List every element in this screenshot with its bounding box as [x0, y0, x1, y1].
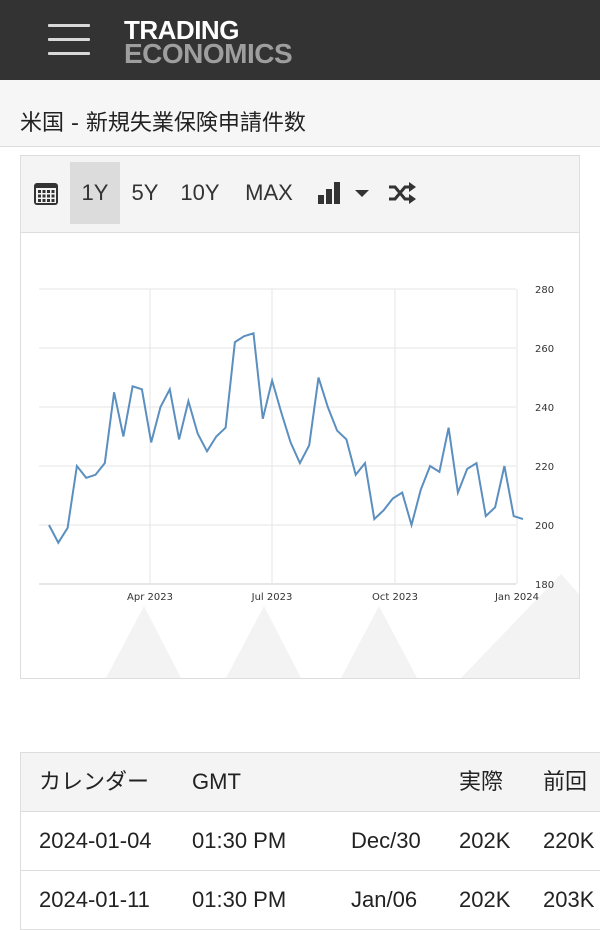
trading-economics-logo[interactable]: TRADING ECONOMICS [124, 17, 293, 69]
calendar-table: カレンダー GMT 実際 前回 2024-01-04 01:30 PM Dec/… [20, 752, 600, 930]
y-tick-label: 200 [535, 521, 554, 532]
row-actual: 202K [459, 887, 511, 912]
chart-toolbar: 1Y 5Y 10Y MAX [21, 156, 579, 233]
menu-icon[interactable] [48, 24, 90, 58]
y-tick-label: 280 [535, 285, 554, 296]
watermark-shapes [106, 574, 579, 678]
chevron-down-icon[interactable] [355, 188, 369, 198]
x-tick-label: Jul 2023 [251, 592, 293, 603]
table-header-row: カレンダー GMT 実際 前回 [21, 753, 600, 812]
page-title: 米国 - 新規失業保険申請件数 [20, 111, 306, 136]
table-row[interactable]: 2024-01-04 01:30 PM Dec/30 202K 220K [21, 812, 600, 871]
line-chart: 180 200 220 240 260 280 Apr 2023 Jul 2023 Oct 2… [39, 285, 579, 678]
top-navigation-bar: TRADING ECONOMICS [0, 0, 600, 80]
bar-chart-icon[interactable] [317, 179, 341, 205]
row-time: 01:30 PM [192, 887, 287, 912]
header-gmt: GMT [192, 769, 241, 794]
header-actual: 実際 [459, 769, 504, 794]
row-previous: 203K [543, 887, 595, 912]
y-tick-label: 180 [535, 580, 554, 591]
header-calendar: カレンダー [39, 769, 150, 794]
range-10y-button[interactable]: 10Y [175, 162, 225, 224]
row-actual: 202K [459, 828, 511, 853]
row-reference: Dec/30 [351, 828, 421, 853]
calendar-icon[interactable] [33, 180, 59, 206]
x-tick-label: Apr 2023 [127, 592, 173, 603]
range-max-button[interactable]: MAX [237, 162, 301, 224]
table-row[interactable]: 2024-01-11 01:30 PM Jan/06 202K 203K [21, 871, 600, 930]
row-time: 01:30 PM [192, 828, 287, 853]
logo-line-2: ECONOMICS [124, 38, 293, 69]
shuffle-icon[interactable] [387, 178, 417, 208]
x-tick-label: Jan 2024 [494, 592, 539, 603]
chart-panel: 1Y 5Y 10Y MAX 180 200 220 240 260 280 Apr 202… [20, 155, 580, 679]
range-1y-button[interactable]: 1Y [70, 162, 120, 224]
y-tick-label: 240 [535, 403, 554, 414]
y-tick-label: 220 [535, 462, 554, 473]
title-bar: 米国 - 新規失業保険申請件数 [0, 80, 600, 147]
x-tick-label: Oct 2023 [372, 592, 418, 603]
header-previous: 前回 [543, 769, 588, 794]
series-line [48, 331, 524, 545]
row-reference: Jan/06 [351, 887, 418, 912]
row-previous: 220K [543, 828, 595, 853]
row-date: 2024-01-04 [39, 828, 152, 853]
range-5y-button[interactable]: 5Y [125, 162, 165, 224]
row-date: 2024-01-11 [39, 887, 150, 912]
y-tick-label: 260 [535, 344, 554, 355]
